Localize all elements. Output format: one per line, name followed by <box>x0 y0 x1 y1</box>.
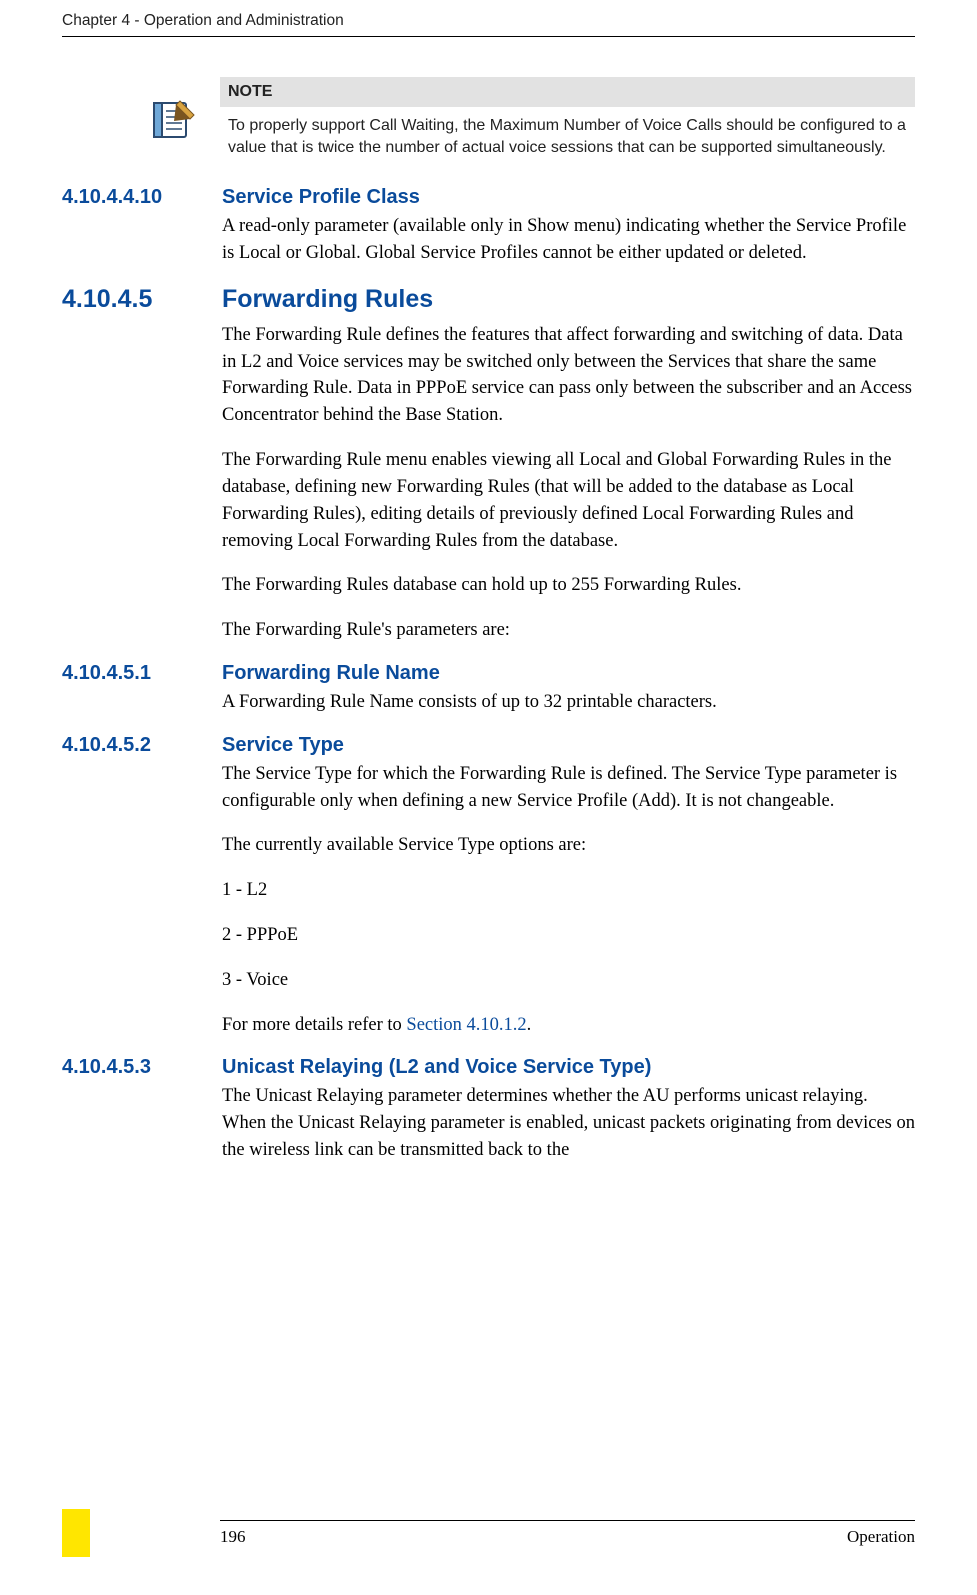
paragraph: The Unicast Relaying parameter determine… <box>222 1083 915 1163</box>
section-heading-unicast-relaying: 4.10.4.5.3 Unicast Relaying (L2 and Voic… <box>62 1056 915 1079</box>
section-title: Service Profile Class <box>222 186 420 209</box>
paragraph: A read-only parameter (available only in… <box>222 213 915 267</box>
text-fragment: . <box>527 1015 532 1035</box>
text-fragment: For more details refer to <box>222 1015 406 1035</box>
running-header: Chapter 4 - Operation and Administration <box>62 0 915 37</box>
paragraph: The currently available Service Type opt… <box>222 832 915 859</box>
section-number: 4.10.4.5.2 <box>62 734 222 757</box>
section-number: 4.10.4.4.10 <box>62 186 222 209</box>
section-title: Service Type <box>222 734 344 757</box>
section-heading-service-profile-class: 4.10.4.4.10 Service Profile Class <box>62 186 915 209</box>
yellow-strip-icon <box>62 1509 90 1557</box>
note-text: To properly support Call Waiting, the Ma… <box>220 107 915 164</box>
paragraph: The Forwarding Rule defines the features… <box>222 322 915 429</box>
section-heading-forwarding-rule-name: 4.10.4.5.1 Forwarding Rule Name <box>62 662 915 685</box>
option-item: 2 - PPPoE <box>222 922 915 949</box>
note-title: NOTE <box>220 77 915 107</box>
footer-label: Operation <box>847 1527 915 1547</box>
note-icon <box>150 97 196 143</box>
paragraph: The Forwarding Rule's parameters are: <box>222 617 915 644</box>
section-title: Forwarding Rules <box>222 285 433 314</box>
paragraph: The Service Type for which the Forwardin… <box>222 761 915 815</box>
note-block: NOTE To properly support Call Waiting, t… <box>150 77 915 164</box>
section-number: 4.10.4.5.3 <box>62 1056 222 1079</box>
section-heading-forwarding-rules: 4.10.4.5 Forwarding Rules <box>62 285 915 314</box>
cross-reference-link[interactable]: Section 4.10.1.2 <box>406 1015 526 1035</box>
section-title: Unicast Relaying (L2 and Voice Service T… <box>222 1056 651 1079</box>
option-item: 3 - Voice <box>222 967 915 994</box>
paragraph: For more details refer to Section 4.10.1… <box>222 1012 915 1039</box>
paragraph: The Forwarding Rules database can hold u… <box>222 572 915 599</box>
page-content: NOTE To properly support Call Waiting, t… <box>62 77 915 1164</box>
section-number: 4.10.4.5.1 <box>62 662 222 685</box>
paragraph: A Forwarding Rule Name consists of up to… <box>222 689 915 716</box>
footer-rule <box>220 1520 915 1521</box>
page-footer: 196 Operation <box>0 1520 977 1547</box>
section-heading-service-type: 4.10.4.5.2 Service Type <box>62 734 915 757</box>
section-title: Forwarding Rule Name <box>222 662 440 685</box>
option-item: 1 - L2 <box>222 877 915 904</box>
section-number: 4.10.4.5 <box>62 285 222 314</box>
paragraph: The Forwarding Rule menu enables viewing… <box>222 447 915 554</box>
note-icon-cell <box>150 77 220 148</box>
page-number: 196 <box>220 1527 246 1547</box>
